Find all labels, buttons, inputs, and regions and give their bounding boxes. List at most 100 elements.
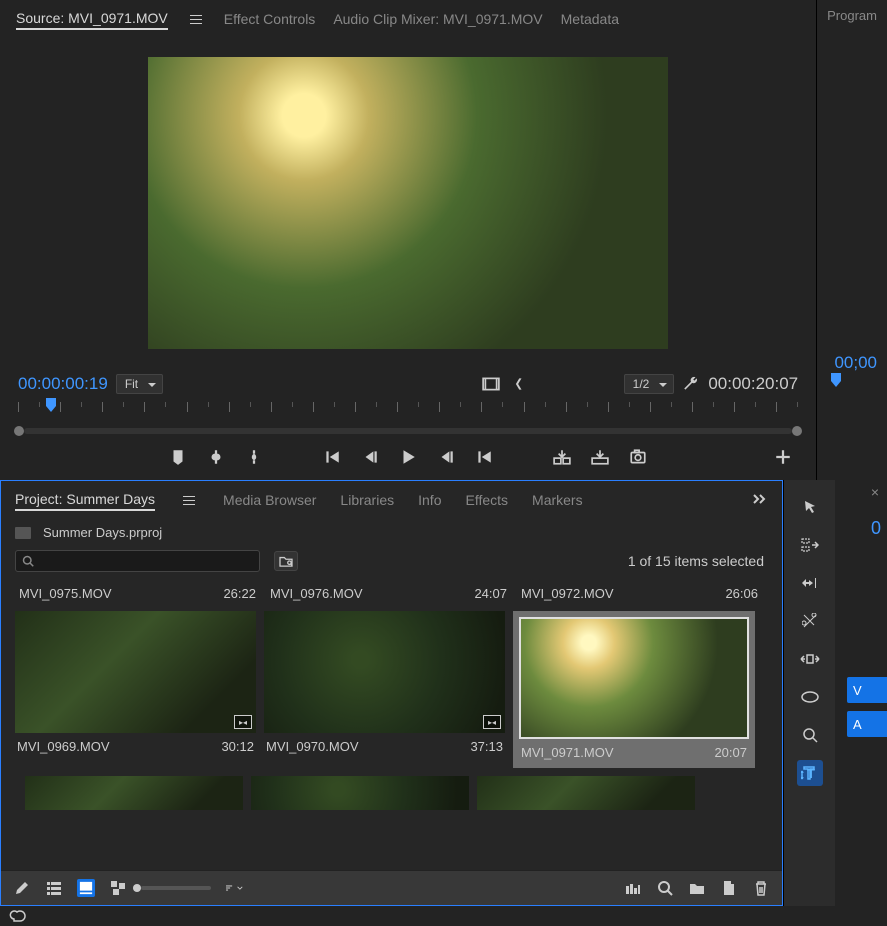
playhead-indicator[interactable] <box>46 398 56 414</box>
insert-icon[interactable] <box>553 448 571 466</box>
go-to-in-icon[interactable] <box>323 448 341 466</box>
tab-project[interactable]: Project: Summer Days <box>15 489 155 511</box>
clip-type-badge-icon: ▸◂ <box>483 715 501 729</box>
list-view-icon[interactable] <box>45 879 63 897</box>
audio-only-icon[interactable] <box>508 375 526 393</box>
timeline-panel-stub: × 0 V A <box>835 480 887 906</box>
clip-header-cell[interactable]: MVI_0972.MOV 26:06 <box>517 584 762 603</box>
tab-markers[interactable]: Markers <box>532 490 583 510</box>
step-forward-icon[interactable] <box>437 448 455 466</box>
clip-duration: 26:06 <box>725 586 758 601</box>
export-frame-icon[interactable] <box>629 448 647 466</box>
project-writable-icon[interactable] <box>13 879 31 897</box>
tab-audio-mixer[interactable]: Audio Clip Mixer: MVI_0971.MOV <box>333 9 542 29</box>
clip-name: MVI_0970.MOV <box>266 739 359 754</box>
clip-thumbnail-partial[interactable] <box>477 776 695 810</box>
search-row: 1 of 15 items selected <box>1 546 782 580</box>
video-only-icon[interactable] <box>482 375 500 393</box>
find-icon[interactable] <box>656 879 674 897</box>
duration-timecode: 00:00:20:07 <box>708 374 798 394</box>
tab-media-browser[interactable]: Media Browser <box>223 490 316 510</box>
clip-duration: 24:07 <box>474 586 507 601</box>
tab-effect-controls[interactable]: Effect Controls <box>224 9 316 29</box>
clip-header-cell[interactable]: MVI_0976.MOV 24:07 <box>266 584 511 603</box>
settings-wrench-icon[interactable] <box>682 375 700 393</box>
clip-name: MVI_0972.MOV <box>521 586 614 601</box>
clip-header-cell[interactable]: MVI_0975.MOV 26:22 <box>15 584 260 603</box>
clip-name: MVI_0969.MOV <box>17 739 110 754</box>
creative-cloud-icon[interactable] <box>8 908 26 925</box>
new-search-bin-icon[interactable] <box>274 551 298 571</box>
transport-controls <box>0 438 816 480</box>
tab-effects[interactable]: Effects <box>465 490 508 510</box>
new-bin-icon[interactable] <box>688 879 706 897</box>
playhead-timecode[interactable]: 00:00:00:19 <box>18 374 108 394</box>
clip-thumbnail-selected[interactable]: MVI_0971.MOV 20:07 <box>513 611 755 768</box>
ripple-edit-tool-icon[interactable] <box>797 570 823 596</box>
video-preview-area <box>0 38 816 368</box>
hand-zoom-tool-icon[interactable] <box>797 722 823 748</box>
audio-track-toggle[interactable]: A <box>847 711 887 737</box>
tab-info[interactable]: Info <box>418 490 441 510</box>
icon-view-icon[interactable] <box>77 879 95 897</box>
time-ruler[interactable] <box>18 402 798 420</box>
search-input[interactable] <box>38 554 253 568</box>
overwrite-icon[interactable] <box>591 448 609 466</box>
project-panel-menu-icon[interactable] <box>179 496 199 505</box>
resolution-dropdown[interactable]: 1/2 <box>624 374 675 394</box>
new-item-icon[interactable] <box>720 879 738 897</box>
program-timecode-stub[interactable]: 00;00 <box>827 353 877 373</box>
panel-menu-icon[interactable] <box>186 15 206 24</box>
video-track-toggle[interactable]: V <box>847 677 887 703</box>
add-marker-icon[interactable] <box>169 448 187 466</box>
delete-icon[interactable] <box>752 879 770 897</box>
button-editor-icon[interactable] <box>774 448 792 466</box>
zoom-fit-dropdown[interactable]: Fit <box>116 374 163 394</box>
track-select-tool-icon[interactable] <box>797 532 823 558</box>
search-icon <box>22 555 34 567</box>
source-control-bar: 00:00:00:19 Fit 1/2 00:00:20:07 <box>0 368 816 398</box>
clip-thumbnail-partial[interactable] <box>25 776 243 810</box>
clip-duration: 20:07 <box>714 745 747 760</box>
clip-thumbnail-partial[interactable] <box>251 776 469 810</box>
overflow-chevrons-icon[interactable] <box>752 492 768 508</box>
timeline-timecode-stub[interactable]: 0 <box>865 514 887 543</box>
tab-program[interactable]: Program <box>827 6 877 25</box>
step-back-icon[interactable] <box>361 448 379 466</box>
project-file-name: Summer Days.prproj <box>43 525 162 540</box>
clip-name: MVI_0971.MOV <box>521 745 614 760</box>
clip-thumbnail[interactable]: ▸◂ MVI_0969.MOV 30:12 <box>15 611 256 768</box>
thumbnail-grid: MVI_0975.MOV 26:22 MVI_0976.MOV 24:07 MV… <box>1 580 782 870</box>
search-box[interactable] <box>15 550 260 572</box>
close-panel-icon[interactable]: × <box>863 480 887 504</box>
source-monitor-panel: Source: MVI_0971.MOV Effect Controls Aud… <box>0 0 817 480</box>
source-video-preview[interactable] <box>148 57 668 349</box>
project-panel: Project: Summer Days Media Browser Libra… <box>0 480 783 906</box>
mark-in-icon[interactable] <box>207 448 225 466</box>
go-to-out-icon[interactable] <box>475 448 493 466</box>
tab-libraries[interactable]: Libraries <box>340 490 394 510</box>
razor-tool-icon[interactable] <box>797 608 823 634</box>
zoom-slider[interactable] <box>141 879 211 897</box>
program-playhead[interactable] <box>831 373 841 389</box>
play-icon[interactable] <box>399 448 417 466</box>
project-file-row: Summer Days.prproj <box>1 519 782 546</box>
project-bin-icon <box>15 527 31 539</box>
pen-tool-icon[interactable] <box>797 684 823 710</box>
freeform-view-icon[interactable] <box>109 879 127 897</box>
clip-thumbnail[interactable]: ▸◂ MVI_0970.MOV 37:13 <box>264 611 505 768</box>
sort-icon[interactable] <box>225 879 243 897</box>
source-tabs: Source: MVI_0971.MOV Effect Controls Aud… <box>0 0 816 38</box>
timeline-tools: T <box>783 480 835 906</box>
slip-tool-icon[interactable] <box>797 646 823 672</box>
svg-text:T: T <box>807 766 815 781</box>
clip-duration: 37:13 <box>470 739 503 754</box>
selection-tool-icon[interactable] <box>797 494 823 520</box>
automate-to-sequence-icon[interactable] <box>624 879 642 897</box>
mark-out-icon[interactable] <box>245 448 263 466</box>
tab-metadata[interactable]: Metadata <box>561 9 619 29</box>
scrub-bar[interactable] <box>10 424 806 438</box>
clip-type-badge-icon: ▸◂ <box>234 715 252 729</box>
tab-source[interactable]: Source: MVI_0971.MOV <box>16 8 168 30</box>
type-tool-icon[interactable]: T <box>797 760 823 786</box>
